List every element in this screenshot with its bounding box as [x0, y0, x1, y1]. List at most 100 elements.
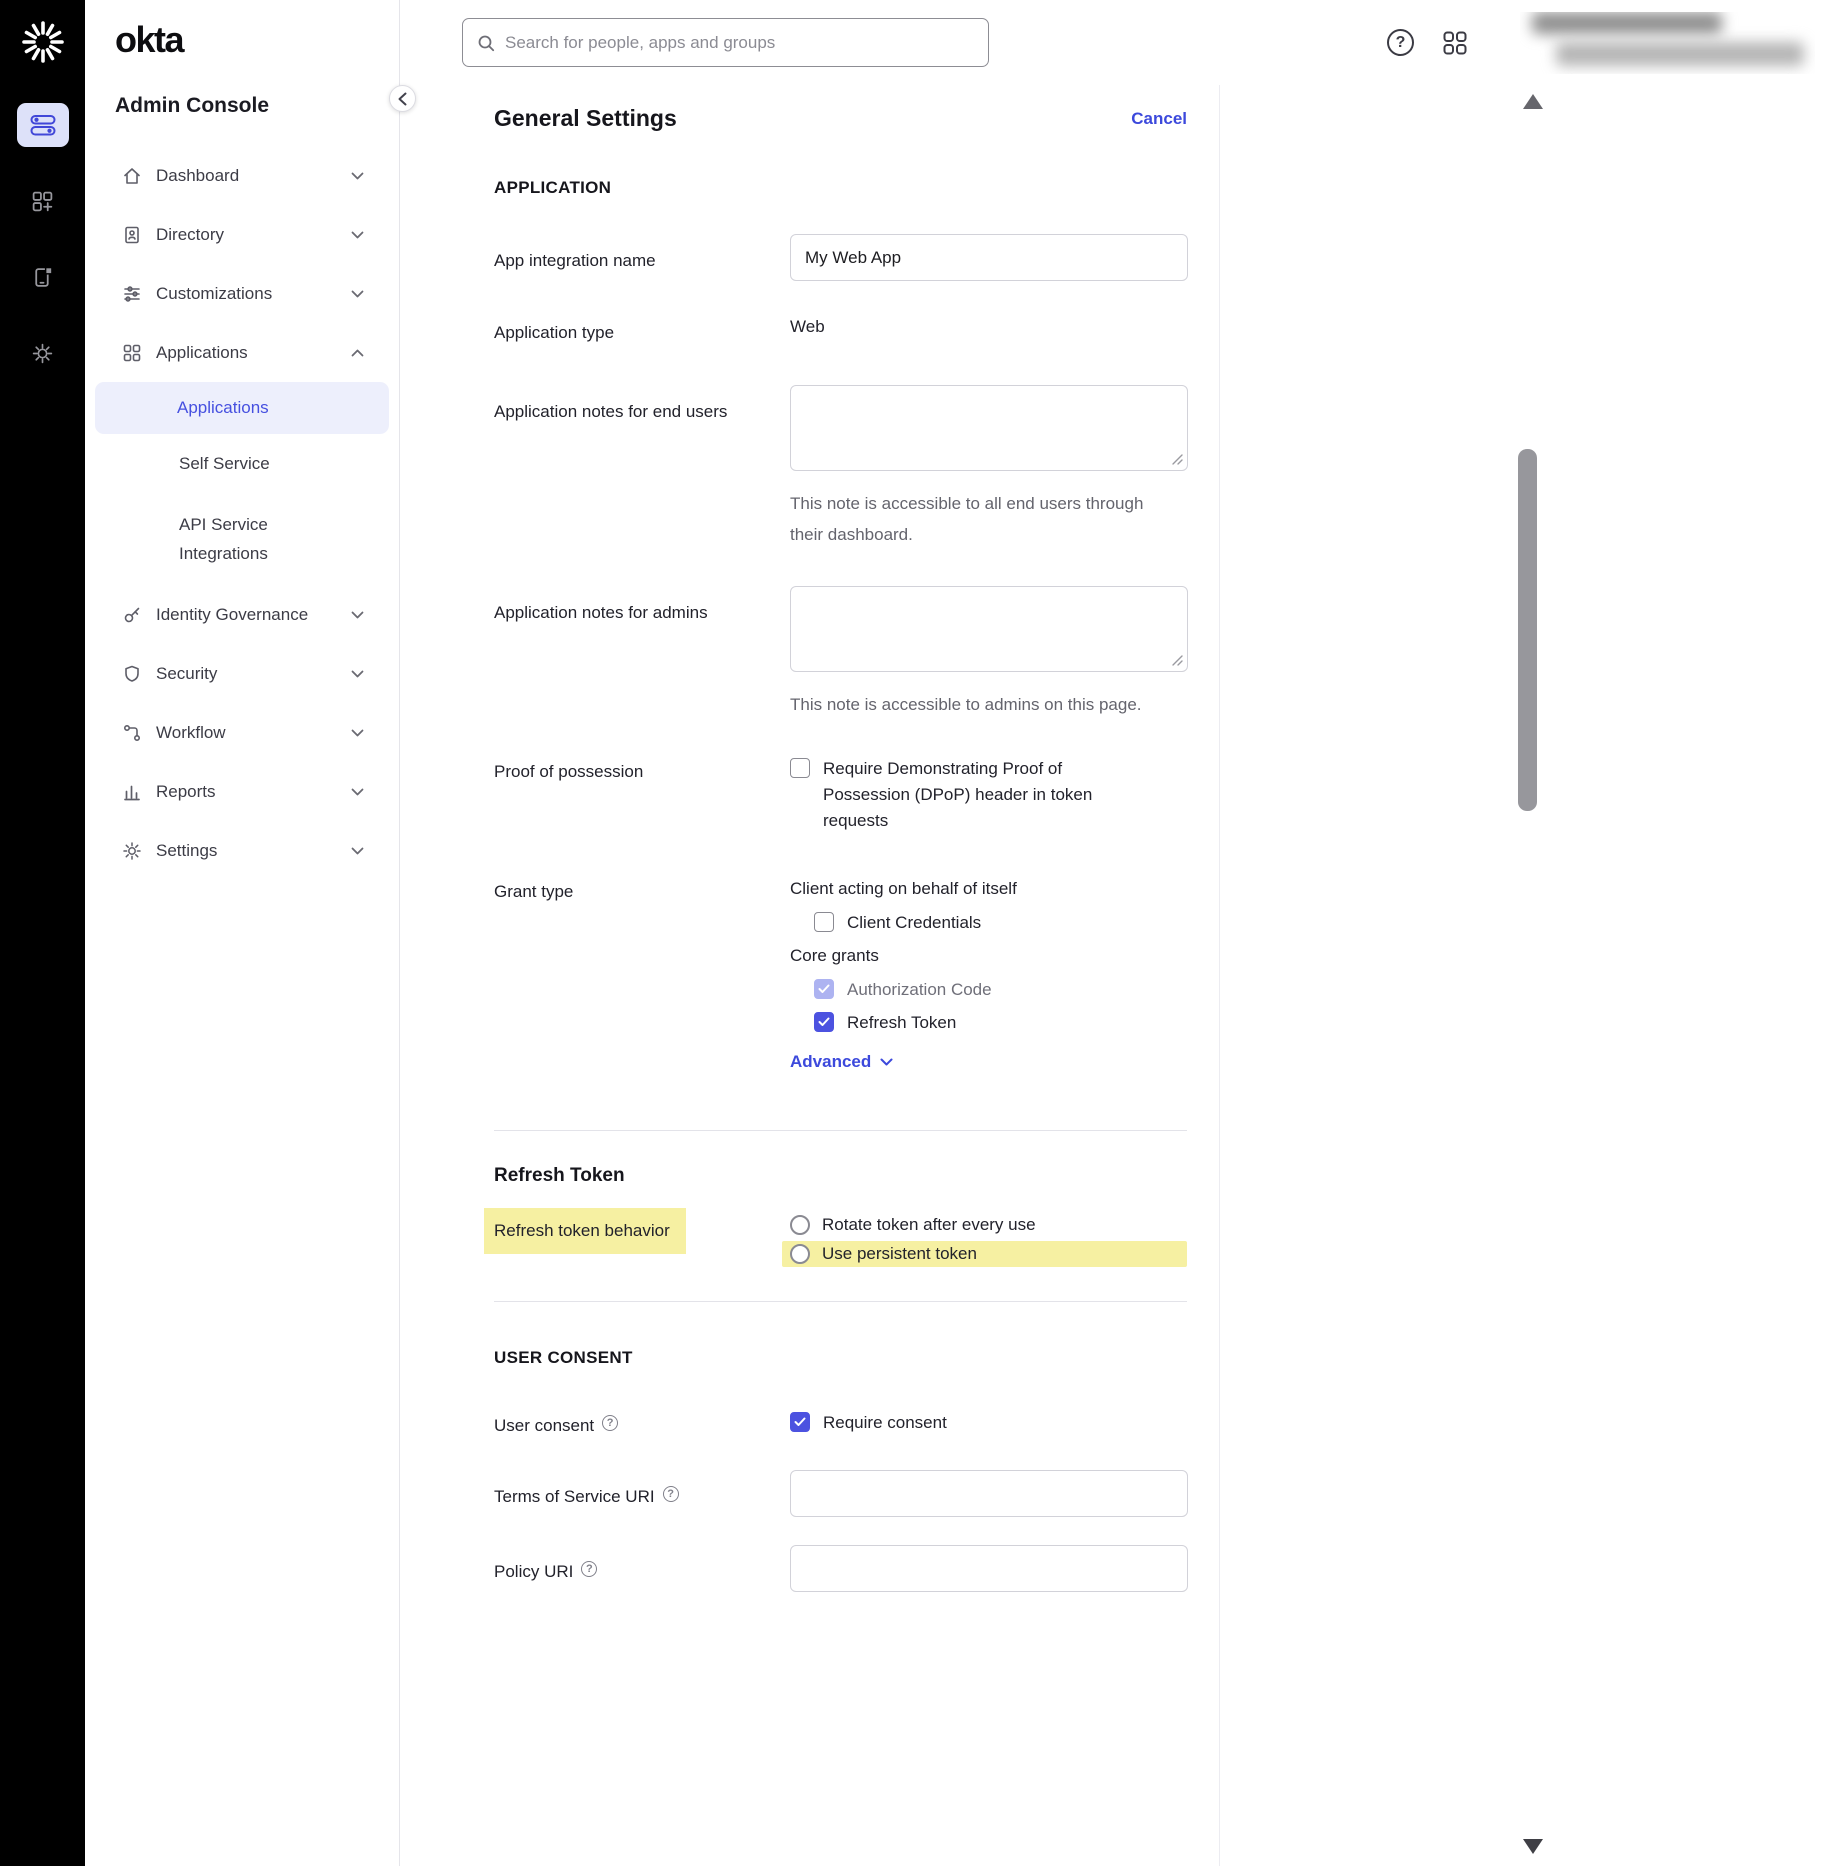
help-badge-icon[interactable]: ?	[581, 1561, 597, 1577]
gear-icon	[122, 841, 142, 861]
field-user-consent: User consent? Require consent	[494, 1410, 1187, 1442]
section-divider	[494, 1130, 1187, 1131]
sidebar-item-directory[interactable]: Directory	[85, 205, 399, 264]
sidebar-item-reports[interactable]: Reports	[85, 762, 399, 821]
field-notes-admins: Application notes for admins This note i…	[494, 586, 1187, 720]
admin-toggle-icon	[30, 114, 56, 137]
customizations-icon	[122, 284, 142, 304]
field-policy-uri: Policy URI?	[494, 1545, 1187, 1592]
okta-logo: okta	[85, 22, 399, 58]
field-app-integration-name: App integration name	[494, 234, 1187, 281]
highlighted-label: Refresh token behavior	[484, 1208, 686, 1254]
bar-chart-icon	[122, 782, 142, 802]
sidebar-collapse-button[interactable]	[389, 85, 416, 112]
rotate-token-radio[interactable]	[790, 1215, 810, 1235]
apps-add-icon	[31, 190, 54, 213]
sidebar-nav: Dashboard Directory Customizations	[85, 146, 399, 880]
grant-group-label: Core grants	[790, 943, 1187, 969]
user-consent-section-heading: USER CONSENT	[494, 1348, 1187, 1368]
okta-spinner-logo[interactable]	[18, 17, 68, 67]
scrollbar-thumb[interactable]	[1518, 449, 1537, 811]
workflow-icon	[122, 723, 142, 743]
scroll-up-arrow[interactable]	[1523, 94, 1543, 109]
chevron-down-icon	[351, 670, 364, 678]
require-consent-option[interactable]: Require consent	[790, 1410, 1187, 1436]
okta-spinner-icon	[20, 19, 66, 65]
sidebar-item-workflow[interactable]: Workflow	[85, 703, 399, 762]
search-icon	[477, 34, 495, 52]
sidebar-item-settings[interactable]: Settings	[85, 821, 399, 880]
field-application-type: Application type Web	[494, 317, 1187, 349]
sidebar: okta Admin Console Dashboard Directory	[85, 0, 400, 1866]
chevron-left-icon	[398, 92, 407, 106]
chevron-down-icon	[351, 847, 364, 855]
chevron-down-icon	[351, 231, 364, 239]
notes-admins-textarea[interactable]	[790, 586, 1188, 672]
sidebar-item-api-service-integrations[interactable]: API Service Integrations	[85, 493, 399, 585]
sidebar-item-dashboard[interactable]: Dashboard	[85, 146, 399, 205]
shield-icon	[122, 664, 142, 684]
sidebar-item-customizations[interactable]: Customizations	[85, 264, 399, 323]
redacted-account-info	[1520, 12, 1815, 74]
directory-icon	[122, 225, 142, 245]
right-gutter	[1220, 85, 1843, 1866]
help-badge-icon[interactable]: ?	[602, 1415, 618, 1431]
field-label: Terms of Service URI?	[494, 1470, 790, 1517]
device-phone-icon	[31, 266, 54, 289]
field-label: Grant type	[494, 876, 790, 1072]
require-consent-checkbox[interactable]	[790, 1412, 810, 1432]
client-credentials-checkbox[interactable]	[814, 912, 834, 932]
global-search[interactable]	[462, 18, 989, 67]
field-label: Policy URI?	[494, 1545, 790, 1592]
sidebar-item-applications-sub[interactable]: Applications	[95, 382, 389, 434]
rail-item-admin-console[interactable]	[17, 103, 69, 147]
sidebar-item-identity-governance[interactable]: Identity Governance	[85, 585, 399, 644]
application-type-value: Web	[790, 317, 825, 337]
rotate-token-option[interactable]: Rotate token after every use	[790, 1215, 1187, 1235]
field-label: Refresh token behavior	[494, 1215, 790, 1273]
rail-item-apps[interactable]	[17, 179, 69, 223]
chevron-up-icon	[351, 349, 364, 357]
check-icon	[794, 1417, 806, 1427]
scroll-down-arrow[interactable]	[1523, 1839, 1543, 1854]
home-icon	[122, 166, 142, 186]
rail-item-devices[interactable]	[17, 255, 69, 299]
rail-item-agents[interactable]	[17, 331, 69, 375]
app-switcher-icon[interactable]	[1442, 30, 1468, 56]
section-divider	[494, 1301, 1187, 1302]
app-integration-name-input[interactable]	[790, 234, 1188, 281]
sidebar-item-security[interactable]: Security	[85, 644, 399, 703]
help-badge-icon[interactable]: ?	[663, 1486, 679, 1502]
help-icon[interactable]: ?	[1387, 29, 1414, 56]
notes-end-users-textarea[interactable]	[790, 385, 1188, 471]
topbar: ?	[400, 0, 1843, 85]
persistent-token-option[interactable]: Use persistent token	[782, 1241, 1187, 1267]
chevron-down-icon	[351, 611, 364, 619]
sidebar-item-applications[interactable]: Applications	[85, 323, 399, 382]
application-section-heading: APPLICATION	[494, 178, 1187, 198]
dpop-option[interactable]: Require Demonstrating Proof of Possessio…	[790, 756, 1187, 834]
refresh-token-option[interactable]: Refresh Token	[814, 1010, 1187, 1036]
advanced-toggle[interactable]: Advanced	[790, 1052, 1187, 1072]
field-grant-type: Grant type Client acting on behalf of it…	[494, 876, 1187, 1072]
chevron-down-icon	[351, 788, 364, 796]
grant-group-label: Client acting on behalf of itself	[790, 876, 1187, 902]
persistent-token-radio[interactable]	[790, 1244, 810, 1264]
field-notes-end-users: Application notes for end users This not…	[494, 385, 1187, 550]
applications-grid-icon	[122, 343, 142, 363]
page-title: General Settings	[494, 105, 677, 132]
cancel-button[interactable]: Cancel	[1131, 109, 1187, 129]
search-input[interactable]	[505, 33, 974, 53]
sidebar-item-self-service[interactable]: Self Service	[85, 434, 399, 493]
authorization-code-checkbox	[814, 979, 834, 999]
dpop-checkbox[interactable]	[790, 758, 810, 778]
topbar-icons: ?	[1387, 12, 1843, 74]
field-label: Proof of possession	[494, 756, 790, 834]
policy-uri-input[interactable]	[790, 1545, 1188, 1592]
client-credentials-option[interactable]: Client Credentials	[814, 910, 1187, 936]
app-rail	[0, 0, 85, 1866]
refresh-token-checkbox[interactable]	[814, 1012, 834, 1032]
terms-of-service-uri-input[interactable]	[790, 1470, 1188, 1517]
field-terms-of-service-uri: Terms of Service URI?	[494, 1470, 1187, 1517]
console-title: Admin Console	[85, 94, 399, 118]
